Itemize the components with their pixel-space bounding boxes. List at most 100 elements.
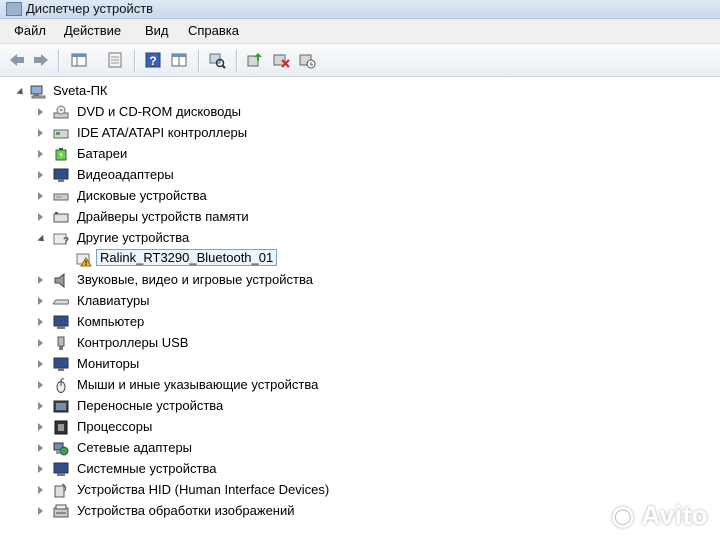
expand-arrow-icon[interactable] <box>38 171 43 179</box>
tree-item-keyboards[interactable]: Клавиатуры <box>0 292 400 312</box>
tree-item-label: Другие устройства <box>77 230 190 245</box>
monitor-icon <box>53 357 69 371</box>
dvd-drive-icon <box>53 105 69 119</box>
menu-help[interactable]: Справка <box>188 23 239 38</box>
scan-hardware-icon[interactable] <box>208 51 226 69</box>
expand-arrow-icon[interactable] <box>38 444 43 452</box>
expand-arrow-icon[interactable] <box>38 276 43 284</box>
console-tree-icon[interactable] <box>106 51 124 69</box>
keyboard-icon <box>53 299 69 305</box>
expand-arrow-icon[interactable] <box>38 507 43 515</box>
tree-item-label: Видеоадаптеры <box>77 167 174 182</box>
tree-item-label: Звуковые, видео и игровые устройства <box>77 272 313 287</box>
speaker-icon <box>54 273 65 288</box>
device-tree: Sveta-ПК DVD и CD-ROM дисководы IDE ATA/… <box>0 77 720 539</box>
tree-item-label: Ralink_RT3290_Bluetooth_01 <box>96 249 278 266</box>
tree-item-dvd[interactable]: DVD и CD-ROM дисководы <box>0 103 400 123</box>
tree-item-sound[interactable]: Звуковые, видео и игровые устройства <box>0 271 400 291</box>
tree-item-disk-drives[interactable]: Дисковые устройства <box>0 187 400 207</box>
uninstall-icon[interactable] <box>272 51 290 69</box>
expand-arrow-icon[interactable] <box>38 192 43 200</box>
svg-text:?: ? <box>149 54 156 68</box>
processor-icon <box>54 420 68 435</box>
tree-item-other-devices[interactable]: ? Другие устройства <box>0 229 400 249</box>
ide-controller-icon <box>53 129 69 139</box>
tree-item-hid[interactable]: Устройства HID (Human Interface Devices) <box>0 481 420 501</box>
disk-drive-icon <box>53 193 69 201</box>
network-adapter-icon <box>53 442 69 456</box>
expand-arrow-icon[interactable] <box>38 486 43 494</box>
menu-action[interactable]: Действие <box>64 23 121 38</box>
tree-item-processors[interactable]: Процессоры <box>0 418 400 438</box>
avito-watermark: ◉ Avito <box>612 500 709 531</box>
system-device-icon <box>53 462 69 476</box>
forward-icon[interactable] <box>32 51 50 69</box>
device-manager-icon <box>6 2 22 16</box>
usb-icon <box>57 336 65 350</box>
hid-icon <box>54 483 67 498</box>
tree-item-system[interactable]: Системные устройства <box>0 460 400 480</box>
tree-item-label: Клавиатуры <box>77 293 150 308</box>
expand-arrow-icon[interactable] <box>38 381 43 389</box>
view-icon[interactable] <box>170 51 188 69</box>
tree-item-label: IDE ATA/ATAPI контроллеры <box>77 125 248 140</box>
tree-item-mice[interactable]: Мыши и иные указывающие устройства <box>0 376 400 396</box>
back-icon[interactable] <box>8 51 26 69</box>
tree-item-ide[interactable]: IDE ATA/ATAPI контроллеры <box>0 124 400 144</box>
tree-item-memory-drivers[interactable]: Драйверы устройств памяти <box>0 208 400 228</box>
tree-item-usb[interactable]: Контроллеры USB <box>0 334 400 354</box>
help-icon[interactable]: ? <box>144 51 162 69</box>
tree-item-label: Контроллеры USB <box>77 335 189 350</box>
tree-item-imaging[interactable]: Устройства обработки изображений <box>0 502 400 522</box>
tree-item-label: DVD и CD-ROM дисководы <box>77 104 242 119</box>
imaging-device-icon <box>53 504 69 518</box>
update-driver-icon[interactable] <box>246 51 264 69</box>
menu-bar: Файл Действие Вид Справка <box>0 19 720 44</box>
tree-item-label: Компьютер <box>77 314 145 329</box>
warning-device-icon <box>76 253 92 267</box>
tree-item-network[interactable]: Сетевые адаптеры <box>0 439 400 459</box>
tree-item-label: Сетевые адаптеры <box>77 440 193 455</box>
expand-arrow-icon[interactable] <box>38 360 43 368</box>
watermark-text: Avito <box>641 500 708 530</box>
toolbar: ? <box>0 44 720 77</box>
tree-item-label: Дисковые устройства <box>77 188 207 203</box>
tree-item-video-adapters[interactable]: Видеоадаптеры <box>0 166 400 186</box>
tree-item-label: Мыши и иные указывающие устройства <box>77 377 319 392</box>
menu-view[interactable]: Вид <box>145 23 169 38</box>
tree-item-portable[interactable]: Переносные устройства <box>0 397 400 417</box>
unknown-device-icon: ? <box>53 233 69 246</box>
monitor-icon <box>53 168 69 182</box>
expand-arrow-icon[interactable] <box>38 423 43 431</box>
battery-icon <box>55 148 67 161</box>
expand-arrow-icon[interactable] <box>38 213 43 221</box>
computer-icon <box>30 85 46 99</box>
tree-item-label: Батареи <box>77 146 128 161</box>
memory-device-icon <box>53 212 69 223</box>
expand-arrow-icon[interactable] <box>38 297 43 305</box>
tree-item-label: Устройства HID (Human Interface Devices) <box>77 482 330 497</box>
root-label: Sveta-ПК <box>53 83 108 98</box>
collapse-arrow-icon[interactable] <box>16 87 26 98</box>
tree-item-label: Устройства обработки изображений <box>77 503 295 518</box>
expand-arrow-icon[interactable] <box>38 465 43 473</box>
expand-arrow-icon[interactable] <box>38 108 43 116</box>
expand-arrow-icon[interactable] <box>38 339 43 347</box>
menu-file[interactable]: Файл <box>14 23 46 38</box>
expand-arrow-icon[interactable] <box>38 150 43 158</box>
expand-arrow-icon[interactable] <box>38 318 43 326</box>
tree-item-ralink-bluetooth[interactable]: Ralink_RT3290_Bluetooth_01 <box>0 249 400 270</box>
tree-item-label: Драйверы устройств памяти <box>77 209 249 224</box>
disable-icon[interactable] <box>298 51 316 69</box>
title-bar: Диспетчер устройств <box>0 0 720 19</box>
tree-item-label: Переносные устройства <box>77 398 224 413</box>
collapse-arrow-icon[interactable] <box>37 234 47 245</box>
tree-item-monitors[interactable]: Мониторы <box>0 355 400 375</box>
portable-device-icon <box>53 400 69 413</box>
expand-arrow-icon[interactable] <box>38 402 43 410</box>
expand-arrow-icon[interactable] <box>38 129 43 137</box>
tree-item-batteries[interactable]: Батареи <box>0 145 400 165</box>
tree-item-computer[interactable]: Компьютер <box>0 313 400 333</box>
tree-root[interactable]: Sveta-ПК <box>0 82 300 102</box>
properties-pane-icon[interactable] <box>70 51 88 69</box>
